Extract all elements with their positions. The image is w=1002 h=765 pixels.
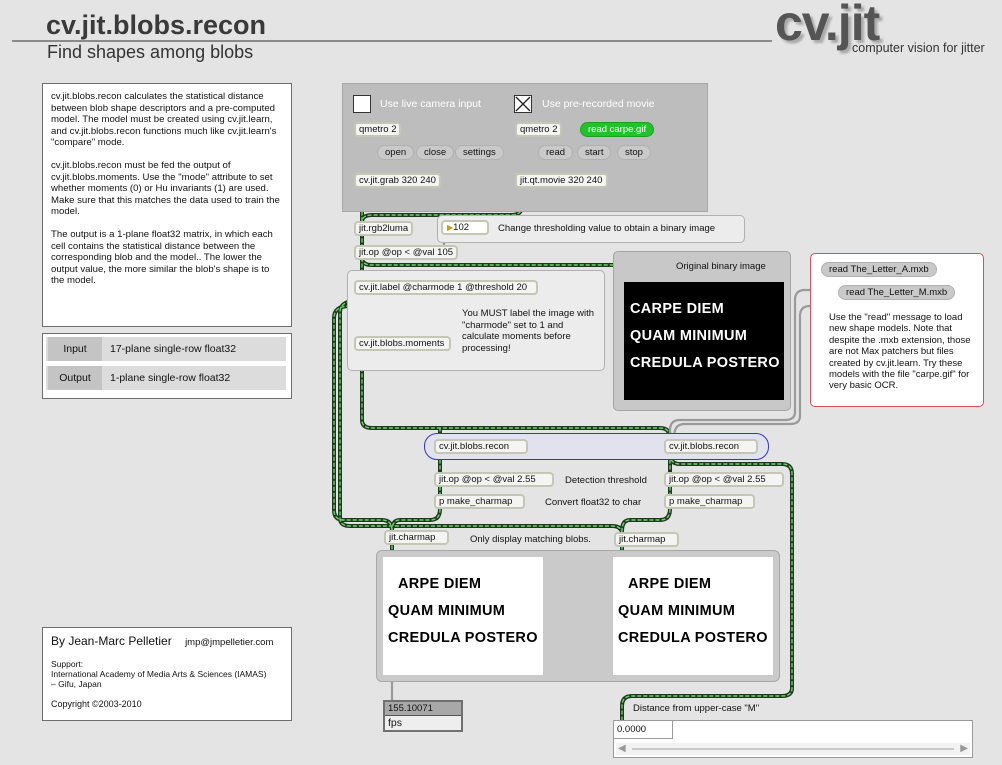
threshold-number-box[interactable]: ▶102 [441,220,489,235]
read-button[interactable]: read [538,145,574,160]
credits-support-org: International Academy of Media Arts & Sc… [51,668,267,679]
binary-display: CARPE DIEM QUAM MINIMUM CREDULA POSTERO [624,282,784,400]
start-button[interactable]: start [577,145,612,160]
qmetro-right[interactable]: qmetro 2 [515,122,562,137]
stop-button[interactable]: stop [617,145,651,160]
credits-support-label: Support: [51,658,84,669]
threshold-value: 102 [453,222,470,233]
description-box: cv.jit.blobs.recon calculates the statis… [42,83,292,327]
page-title: cv.jit.blobs.recon [46,10,267,40]
movie-toggle[interactable] [514,95,532,113]
open-button[interactable]: open [377,145,415,160]
charmap-left-object[interactable]: jit.charmap [384,530,449,545]
distance-value-box[interactable]: 0.0000 [614,721,673,739]
binary-title: Original binary image [676,261,766,272]
io-output-label: Output [48,366,102,390]
result-right-line-1: ARPE DIEM [628,576,712,592]
credits-copyright: Copyright ©2003-2010 [51,698,142,709]
charmap-right-object[interactable]: jit.charmap [614,532,679,547]
display-comment: Only display matching blobs. [470,534,591,545]
op-right-object[interactable]: jit.op @op < @val 2.55 [664,472,784,487]
result-left-line-2: QUAM MINIMUM [388,603,506,619]
slider-track[interactable] [632,748,954,750]
io-output-value: 1-plane single-row float32 [110,372,231,384]
qtmovie-object[interactable]: jit.qt.movie 320 240 [515,173,608,188]
credits-email[interactable]: jmp@jmpelletier.com [185,637,273,648]
recon-right-object[interactable]: cv.jit.blobs.recon [664,439,758,454]
make-charmap-right-object[interactable]: p make_charmap [664,494,755,509]
convert-comment: Convert float32 to char [545,497,642,508]
slider-right-arrow-icon[interactable]: ▶ [960,743,968,755]
checkmark-x-icon [515,96,531,112]
result-left-line-3: CREDULA POSTERO [388,630,538,646]
read-letter-a-button[interactable]: read The_Letter_A.mxb [821,262,937,277]
close-button[interactable]: close [416,145,455,160]
op-threshold-object[interactable]: jit.op @op < @val 105 [354,245,458,260]
binary-line-1: CARPE DIEM [630,301,725,317]
detection-comment: Detection threshold [565,475,647,486]
label-note: You MUST label the image with "charmode"… [462,308,595,354]
rgb2luma-object[interactable]: jit.rgb2luma [354,221,413,236]
io-input-label: Input [48,337,102,361]
result-left-display: ARPE DIEM QUAM MINIMUM CREDULA POSTERO [383,557,543,675]
fps-widget: 155.10071 fps [383,700,463,732]
read-letter-m-button[interactable]: read The_Letter_M.mxb [838,285,956,300]
io-input-value: 17-plane single-row float32 [110,343,237,355]
live-camera-toggle[interactable] [353,95,371,113]
description-para-1: cv.jit.blobs.recon calculates the statis… [51,91,277,149]
model-note: Use the "read" message to load new shape… [829,312,971,392]
result-right-line-3: CREDULA POSTERO [618,630,768,646]
description-para-2: cv.jit.blobs.recon must be fed the outpu… [51,159,280,218]
make-charmap-left-object[interactable]: p make_charmap [434,494,525,509]
threshold-comment: Change thresholding value to obtain a bi… [498,223,716,234]
description-para-3: The output is a 1-plane float32 matrix, … [51,228,273,287]
moments-object[interactable]: cv.jit.blobs.moments [354,336,451,351]
io-row-output: Output 1-plane single-row float32 [46,366,286,390]
label-object[interactable]: cv.jit.label @charmode 1 @threshold 20 [354,280,538,295]
read-carpe-button[interactable]: read carpe.gif [580,122,655,137]
movie-label: Use pre-recorded movie [542,98,655,110]
binary-line-3: CREDULA POSTERO [630,355,780,371]
fps-value: 155.10071 [385,702,461,716]
result-right-display: ARPE DIEM QUAM MINIMUM CREDULA POSTERO [613,557,773,675]
op-left-object[interactable]: jit.op @op < @val 2.55 [434,472,554,487]
slider-left-arrow-icon[interactable]: ◀ [618,743,626,755]
settings-button[interactable]: settings [455,145,504,160]
fps-label: fps [388,717,403,729]
io-row-input: Input 17-plane single-row float32 [46,337,286,361]
live-camera-label: Use live camera input [380,98,481,110]
page-subtitle: Find shapes among blobs [47,42,254,62]
result-right-line-2: QUAM MINIMUM [618,603,736,619]
qmetro-left[interactable]: qmetro 2 [354,122,401,137]
grab-object[interactable]: cv.jit.grab 320 240 [354,173,441,188]
recon-left-object[interactable]: cv.jit.blobs.recon [434,439,528,454]
result-left-line-1: ARPE DIEM [398,576,482,592]
credits-author: By Jean-Marc Pelletier [51,634,172,648]
distance-slider[interactable]: ◀ ▶ [616,743,970,755]
binary-line-2: QUAM MINIMUM [630,328,748,344]
logo-tagline: computer vision for jitter [852,41,985,55]
credits-support-location: – Gifu, Japan [51,678,102,689]
distance-value: 0.0000 [617,724,647,735]
distance-label: Distance from upper-case "M" [633,703,760,714]
distance-widget: 0.0000 ◀ ▶ [613,720,973,758]
credits-box: By Jean-Marc Pelletier jmp@jmpelletier.c… [42,627,292,721]
